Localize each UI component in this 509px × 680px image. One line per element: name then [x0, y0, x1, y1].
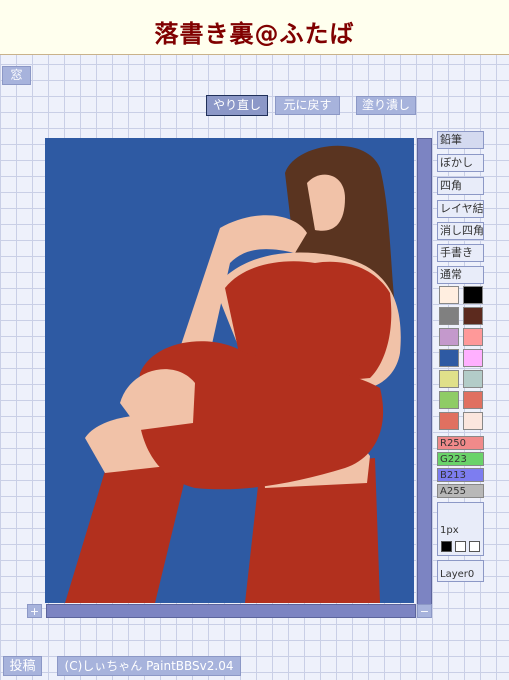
drawing-canvas[interactable] [45, 138, 414, 603]
fill-button[interactable]: 塗り潰し [356, 96, 416, 115]
pen-size-label: 1px [440, 525, 459, 536]
header-bar: 落書き裏@ふたば [0, 0, 509, 55]
tool-mask-mode[interactable]: 通常 [437, 266, 484, 284]
tool-freehand[interactable]: 手書き [437, 244, 484, 262]
tool-merge-layer[interactable]: レイヤ結合 [437, 200, 484, 218]
pen-size-large[interactable] [469, 541, 480, 552]
vertical-scrollbar[interactable] [417, 138, 432, 606]
redo-button[interactable]: やり直し [206, 95, 268, 116]
palette-swatch[interactable] [463, 412, 483, 430]
palette-swatch[interactable] [439, 370, 459, 388]
zoom-in-button[interactable]: + [27, 604, 42, 618]
palette-swatch[interactable] [439, 391, 459, 409]
palette-swatch[interactable] [463, 370, 483, 388]
palette-swatch[interactable] [463, 307, 483, 325]
palette-swatch[interactable] [439, 349, 459, 367]
tool-rect[interactable]: 四角 [437, 177, 484, 195]
post-button[interactable]: 投稿 [3, 656, 42, 676]
pen-size-small[interactable] [441, 541, 452, 552]
palette-swatch[interactable] [463, 286, 483, 304]
page-title: 落書き裏@ふたば [154, 20, 355, 48]
palette-swatch[interactable] [439, 307, 459, 325]
tool-pencil[interactable]: 鉛筆 [437, 131, 484, 149]
blue-slider[interactable]: B213 [437, 468, 484, 482]
horizontal-scrollbar[interactable] [46, 604, 416, 618]
layer-panel[interactable]: Layer0 [437, 560, 484, 582]
red-slider[interactable]: R250 [437, 436, 484, 450]
zoom-out-button[interactable]: − [417, 604, 432, 618]
palette-swatch[interactable] [463, 391, 483, 409]
green-slider[interactable]: G223 [437, 452, 484, 466]
artwork-illustration [45, 138, 414, 603]
tool-erase-rect[interactable]: 消し四角 [437, 222, 484, 240]
credit-label: (C)しぃちゃん PaintBBSv2.04 [57, 656, 241, 676]
palette-swatch[interactable] [463, 328, 483, 346]
layer-label: Layer0 [440, 569, 475, 580]
palette-swatch[interactable] [439, 328, 459, 346]
palette-swatch[interactable] [439, 412, 459, 430]
pen-size-medium[interactable] [455, 541, 466, 552]
alpha-slider[interactable]: A255 [437, 484, 484, 498]
window-button[interactable]: 窓 [2, 66, 31, 85]
palette-swatch[interactable] [463, 349, 483, 367]
palette-swatch[interactable] [439, 286, 459, 304]
undo-button[interactable]: 元に戻す [275, 96, 340, 115]
tool-blur[interactable]: ぼかし [437, 154, 484, 172]
